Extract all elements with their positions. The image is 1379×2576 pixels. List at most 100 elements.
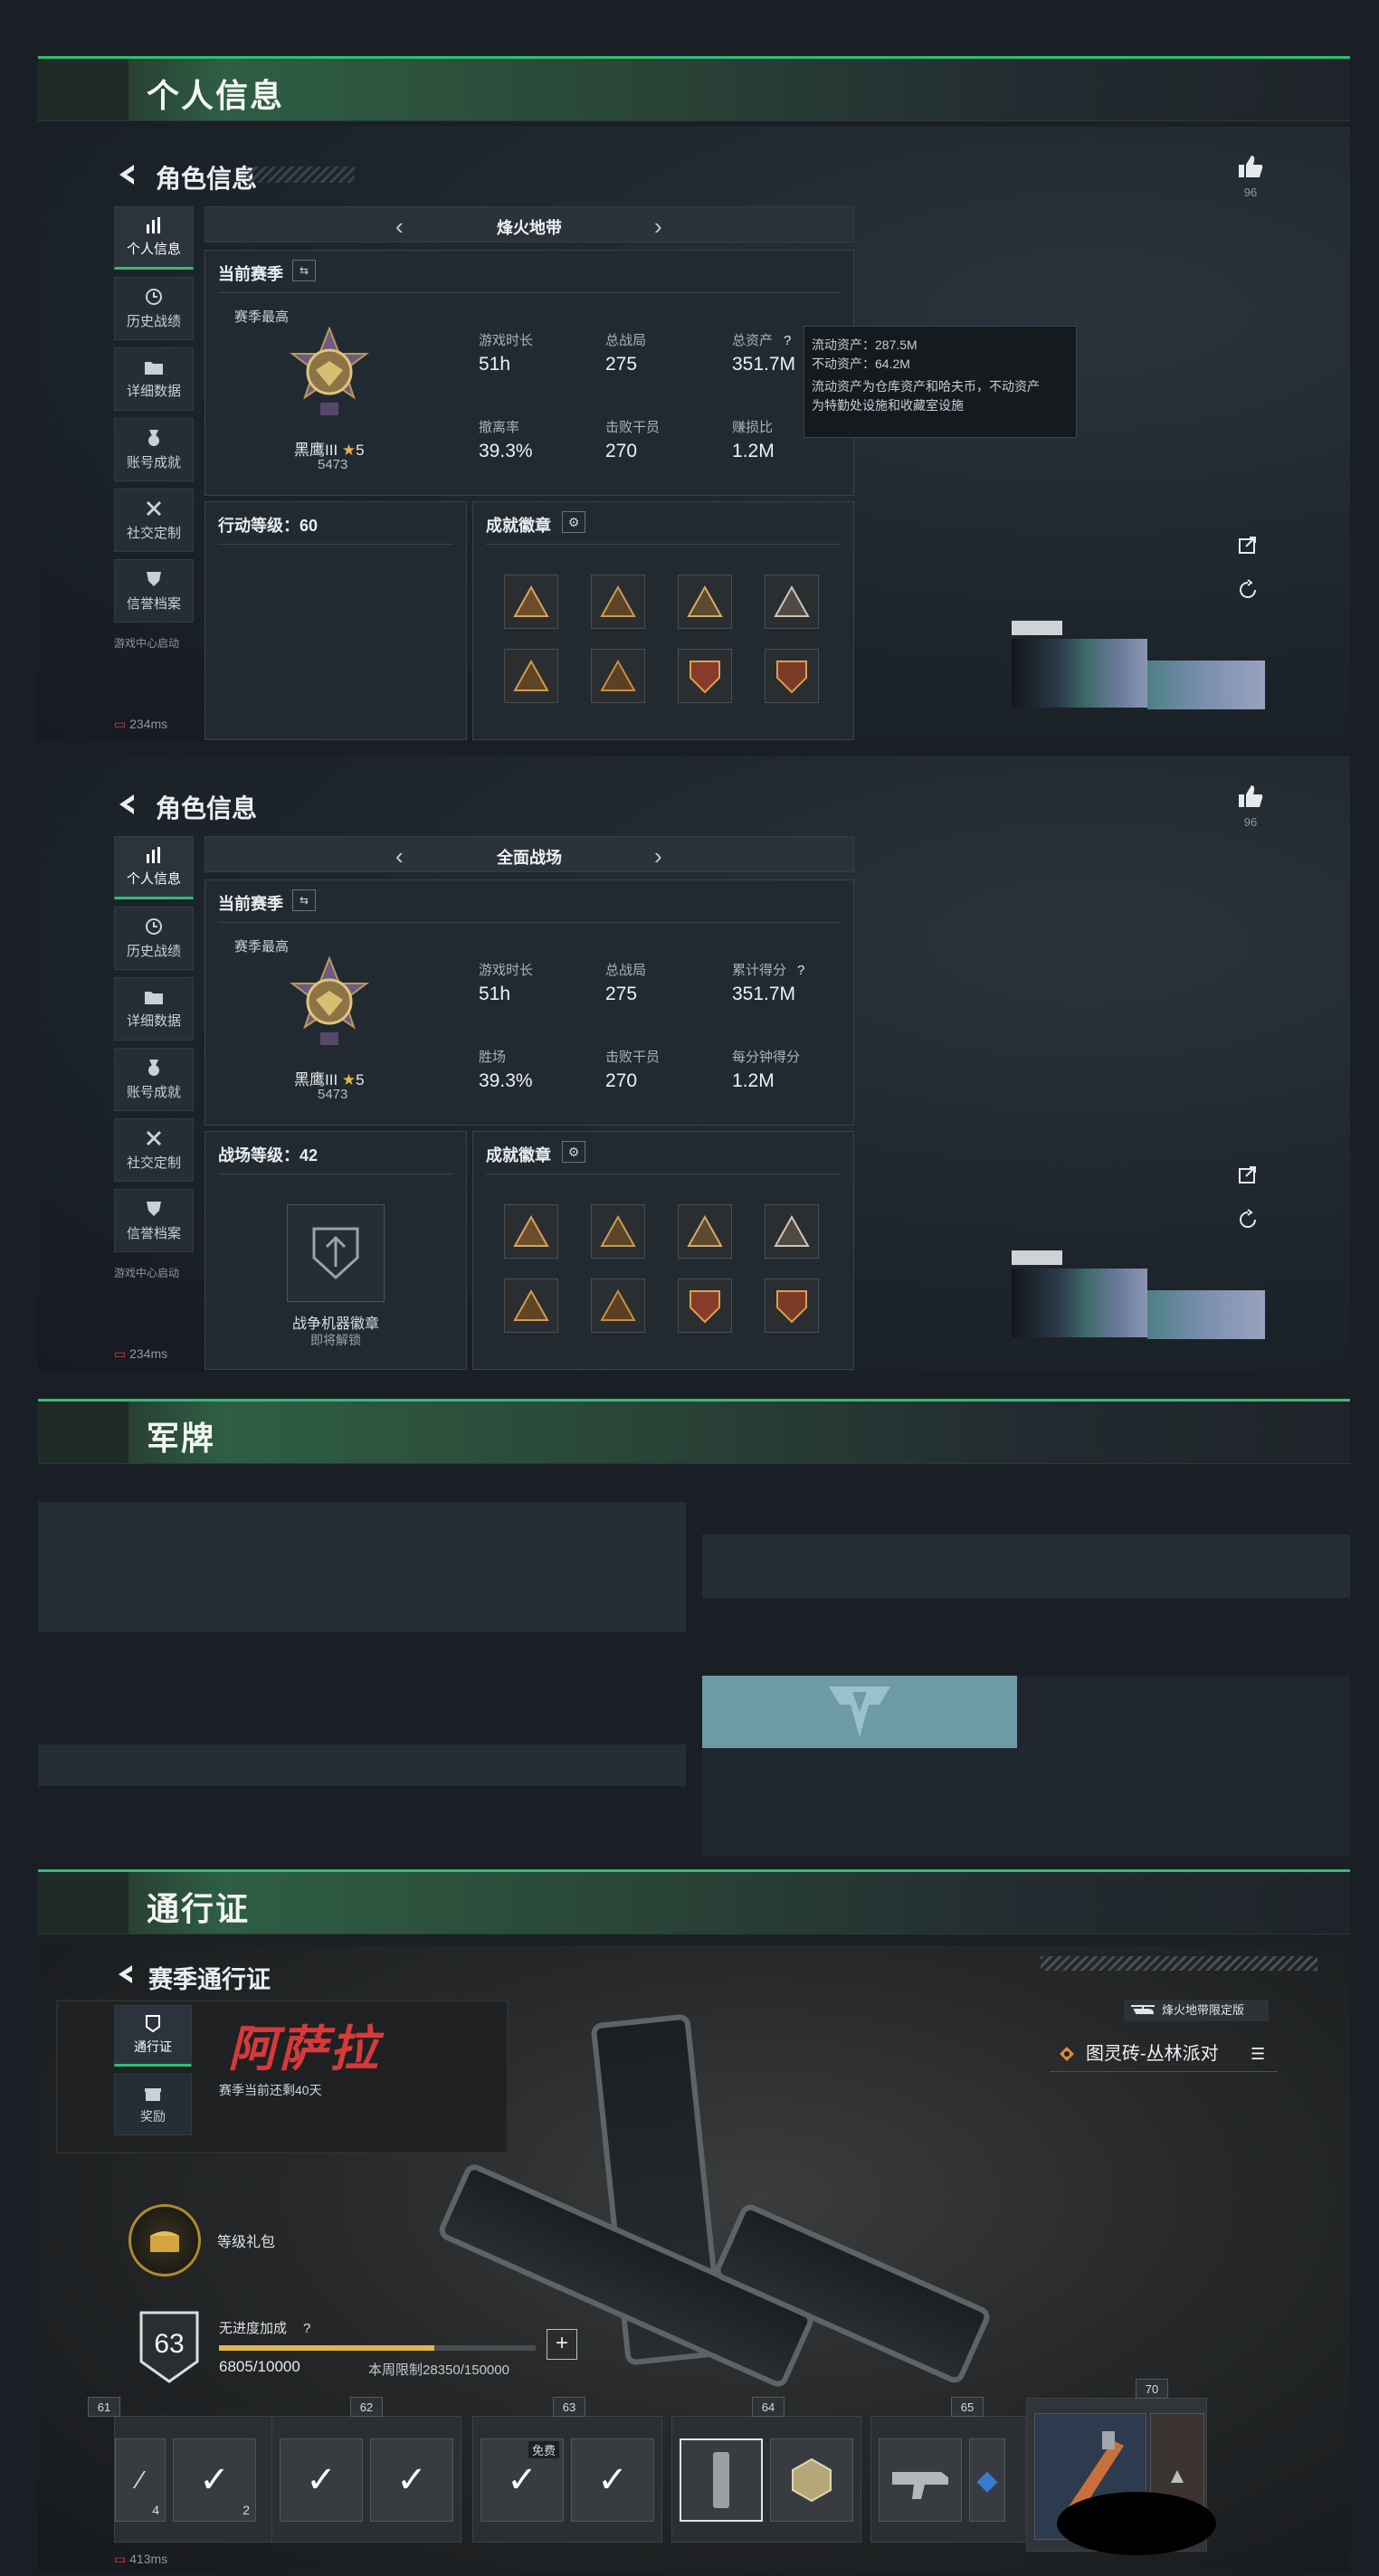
badge-triangle-icon[interactable] xyxy=(591,1204,645,1259)
buy-level-button[interactable]: + xyxy=(547,2329,577,2360)
nav-credit-file[interactable]: 信誉档案 xyxy=(114,1189,194,1252)
shield-icon xyxy=(147,1201,161,1216)
reward-slot-claimed[interactable]: ✓ xyxy=(280,2438,363,2522)
reward-slot-claimed[interactable]: ✓ 2 xyxy=(173,2438,256,2522)
hexagon-badge-icon xyxy=(792,2457,832,2503)
redaction-mark xyxy=(1057,2492,1216,2555)
badge-triangle-icon[interactable] xyxy=(765,1204,819,1259)
switch-season-icon[interactable]: ⇆ xyxy=(292,260,316,281)
stat-label: 赚损比 xyxy=(732,420,774,435)
war-machine-badge[interactable] xyxy=(287,1204,385,1302)
check-icon: ✓ xyxy=(396,2460,427,2500)
reward-slot[interactable] xyxy=(770,2438,853,2522)
military-tag-card[interactable] xyxy=(702,1676,1017,1748)
level-gift-button[interactable] xyxy=(128,2204,201,2277)
progress-label: 无进度加成? xyxy=(219,2321,311,2336)
like-button[interactable]: 96 xyxy=(1232,784,1269,829)
game-center-launch[interactable]: 游戏中心启动 xyxy=(114,1265,179,1280)
nav-achievements[interactable]: 账号成就 xyxy=(114,418,194,481)
thumbs-up-icon xyxy=(1239,156,1263,177)
section-title: 通行证 xyxy=(147,1890,251,1927)
badge-shield-icon[interactable] xyxy=(765,649,819,703)
panel-title: 角色信息 xyxy=(156,794,258,822)
level-card: 行动等级：60 xyxy=(204,501,467,740)
blurred-player-card xyxy=(1012,1269,1147,1337)
nav-personal-info[interactable]: 个人信息 xyxy=(114,836,194,899)
stat-value: 275 xyxy=(605,354,638,375)
back-arrow-icon[interactable] xyxy=(116,1963,136,1985)
nav-social-custom[interactable]: 社交定制 xyxy=(114,489,194,552)
reward-slot[interactable]: ◆ xyxy=(969,2438,1005,2522)
reward-slot-selected[interactable] xyxy=(680,2438,763,2522)
gear-icon[interactable]: ⚙ xyxy=(562,511,585,533)
next-mode-icon[interactable]: › xyxy=(654,842,662,870)
badges-label: 成就徽章 xyxy=(486,1146,551,1164)
gift-icon xyxy=(145,2088,161,2101)
blurred-avatar xyxy=(1012,621,1062,635)
nav-history[interactable]: 历史战绩 xyxy=(114,277,194,340)
badge-triangle-icon[interactable] xyxy=(765,575,819,629)
ping-value: 413ms xyxy=(129,2552,168,2566)
check-icon: ✓ xyxy=(597,2460,628,2500)
back-arrow-icon[interactable] xyxy=(116,793,138,816)
refresh-icon[interactable] xyxy=(1237,1209,1259,1231)
help-icon[interactable]: ? xyxy=(797,963,804,978)
badge-shield-icon[interactable] xyxy=(765,1278,819,1333)
badge-triangle-icon[interactable] xyxy=(591,575,645,629)
share-icon[interactable] xyxy=(1237,534,1259,556)
nav-social-custom[interactable]: 社交定制 xyxy=(114,1118,194,1182)
war-badge-title: 战争机器徽章 xyxy=(291,1317,379,1332)
nav-history[interactable]: 历史战绩 xyxy=(114,907,194,970)
level-value: 63 xyxy=(154,2329,185,2359)
reward-slot[interactable]: ⁄ 4 xyxy=(115,2438,166,2522)
ping-value: 234ms xyxy=(129,1346,168,1361)
nav-pass[interactable]: 通行证 xyxy=(114,2005,192,2067)
share-icon[interactable] xyxy=(1237,1164,1259,1185)
reward-slot-claimed[interactable]: ✓ xyxy=(571,2438,654,2522)
badge-triangle-icon[interactable] xyxy=(678,575,732,629)
badge-triangle-icon[interactable] xyxy=(591,649,645,703)
nav-achievements[interactable]: 账号成就 xyxy=(114,1048,194,1111)
check-icon: ✓ xyxy=(199,2460,230,2500)
gear-icon[interactable]: ⚙ xyxy=(562,1141,585,1163)
folder-icon xyxy=(145,991,163,1004)
badge-triangle-icon[interactable] xyxy=(504,1278,558,1333)
level-gift-label: 等级礼包 xyxy=(217,2235,276,2250)
check-icon: ✓ xyxy=(507,2460,537,2500)
nav-credit-file[interactable]: 信誉档案 xyxy=(114,559,194,623)
next-mode-icon[interactable]: › xyxy=(654,213,662,241)
stat-label: 游戏时长 xyxy=(479,963,534,978)
nav-detail-data[interactable]: 详细数据 xyxy=(114,347,194,411)
badge-triangle-icon[interactable] xyxy=(504,649,558,703)
badge-shield-icon[interactable] xyxy=(678,649,732,703)
badges-card: 成就徽章 ⚙ xyxy=(472,501,854,740)
badge-triangle-icon[interactable] xyxy=(504,1204,558,1259)
badge-shield-icon[interactable] xyxy=(678,1278,732,1333)
help-icon[interactable]: ? xyxy=(303,2321,310,2336)
list-icon[interactable]: ☰ xyxy=(1251,2036,1265,2072)
stat-value: 51h xyxy=(479,354,511,375)
bar-chart-icon xyxy=(147,846,160,863)
badge-triangle-icon[interactable] xyxy=(504,575,558,629)
reward-slot[interactable] xyxy=(879,2438,962,2522)
badge-triangle-icon[interactable] xyxy=(591,1278,645,1333)
nav-rewards[interactable]: 奖励 xyxy=(114,2074,192,2135)
help-icon[interactable]: ? xyxy=(784,333,791,348)
like-button[interactable]: 96 xyxy=(1232,154,1269,199)
badge-triangle-icon[interactable] xyxy=(678,1204,732,1259)
stat-label: 游戏时长 xyxy=(479,333,534,348)
stat-value: 275 xyxy=(605,984,638,1004)
nav-personal-info[interactable]: 个人信息 xyxy=(114,206,194,270)
switch-season-icon[interactable]: ⇆ xyxy=(292,889,316,911)
reward-slot-claimed[interactable]: ✓ xyxy=(370,2438,453,2522)
season-logo: 阿萨拉 xyxy=(228,2022,380,2077)
nav-detail-data[interactable]: 详细数据 xyxy=(114,977,194,1041)
back-arrow-icon[interactable] xyxy=(116,163,138,186)
free-tag: 免费 xyxy=(528,2441,559,2458)
reward-slot-claimed[interactable]: ✓ 免费 xyxy=(480,2438,564,2522)
skin-selector[interactable]: 图灵砖-丛林派对 ☰ xyxy=(1050,2036,1278,2072)
blurred-player-card xyxy=(1147,661,1265,709)
refresh-icon[interactable] xyxy=(1237,579,1259,601)
game-center-launch[interactable]: 游戏中心启动 xyxy=(114,635,179,651)
stat-label: 撤离率 xyxy=(479,420,520,435)
